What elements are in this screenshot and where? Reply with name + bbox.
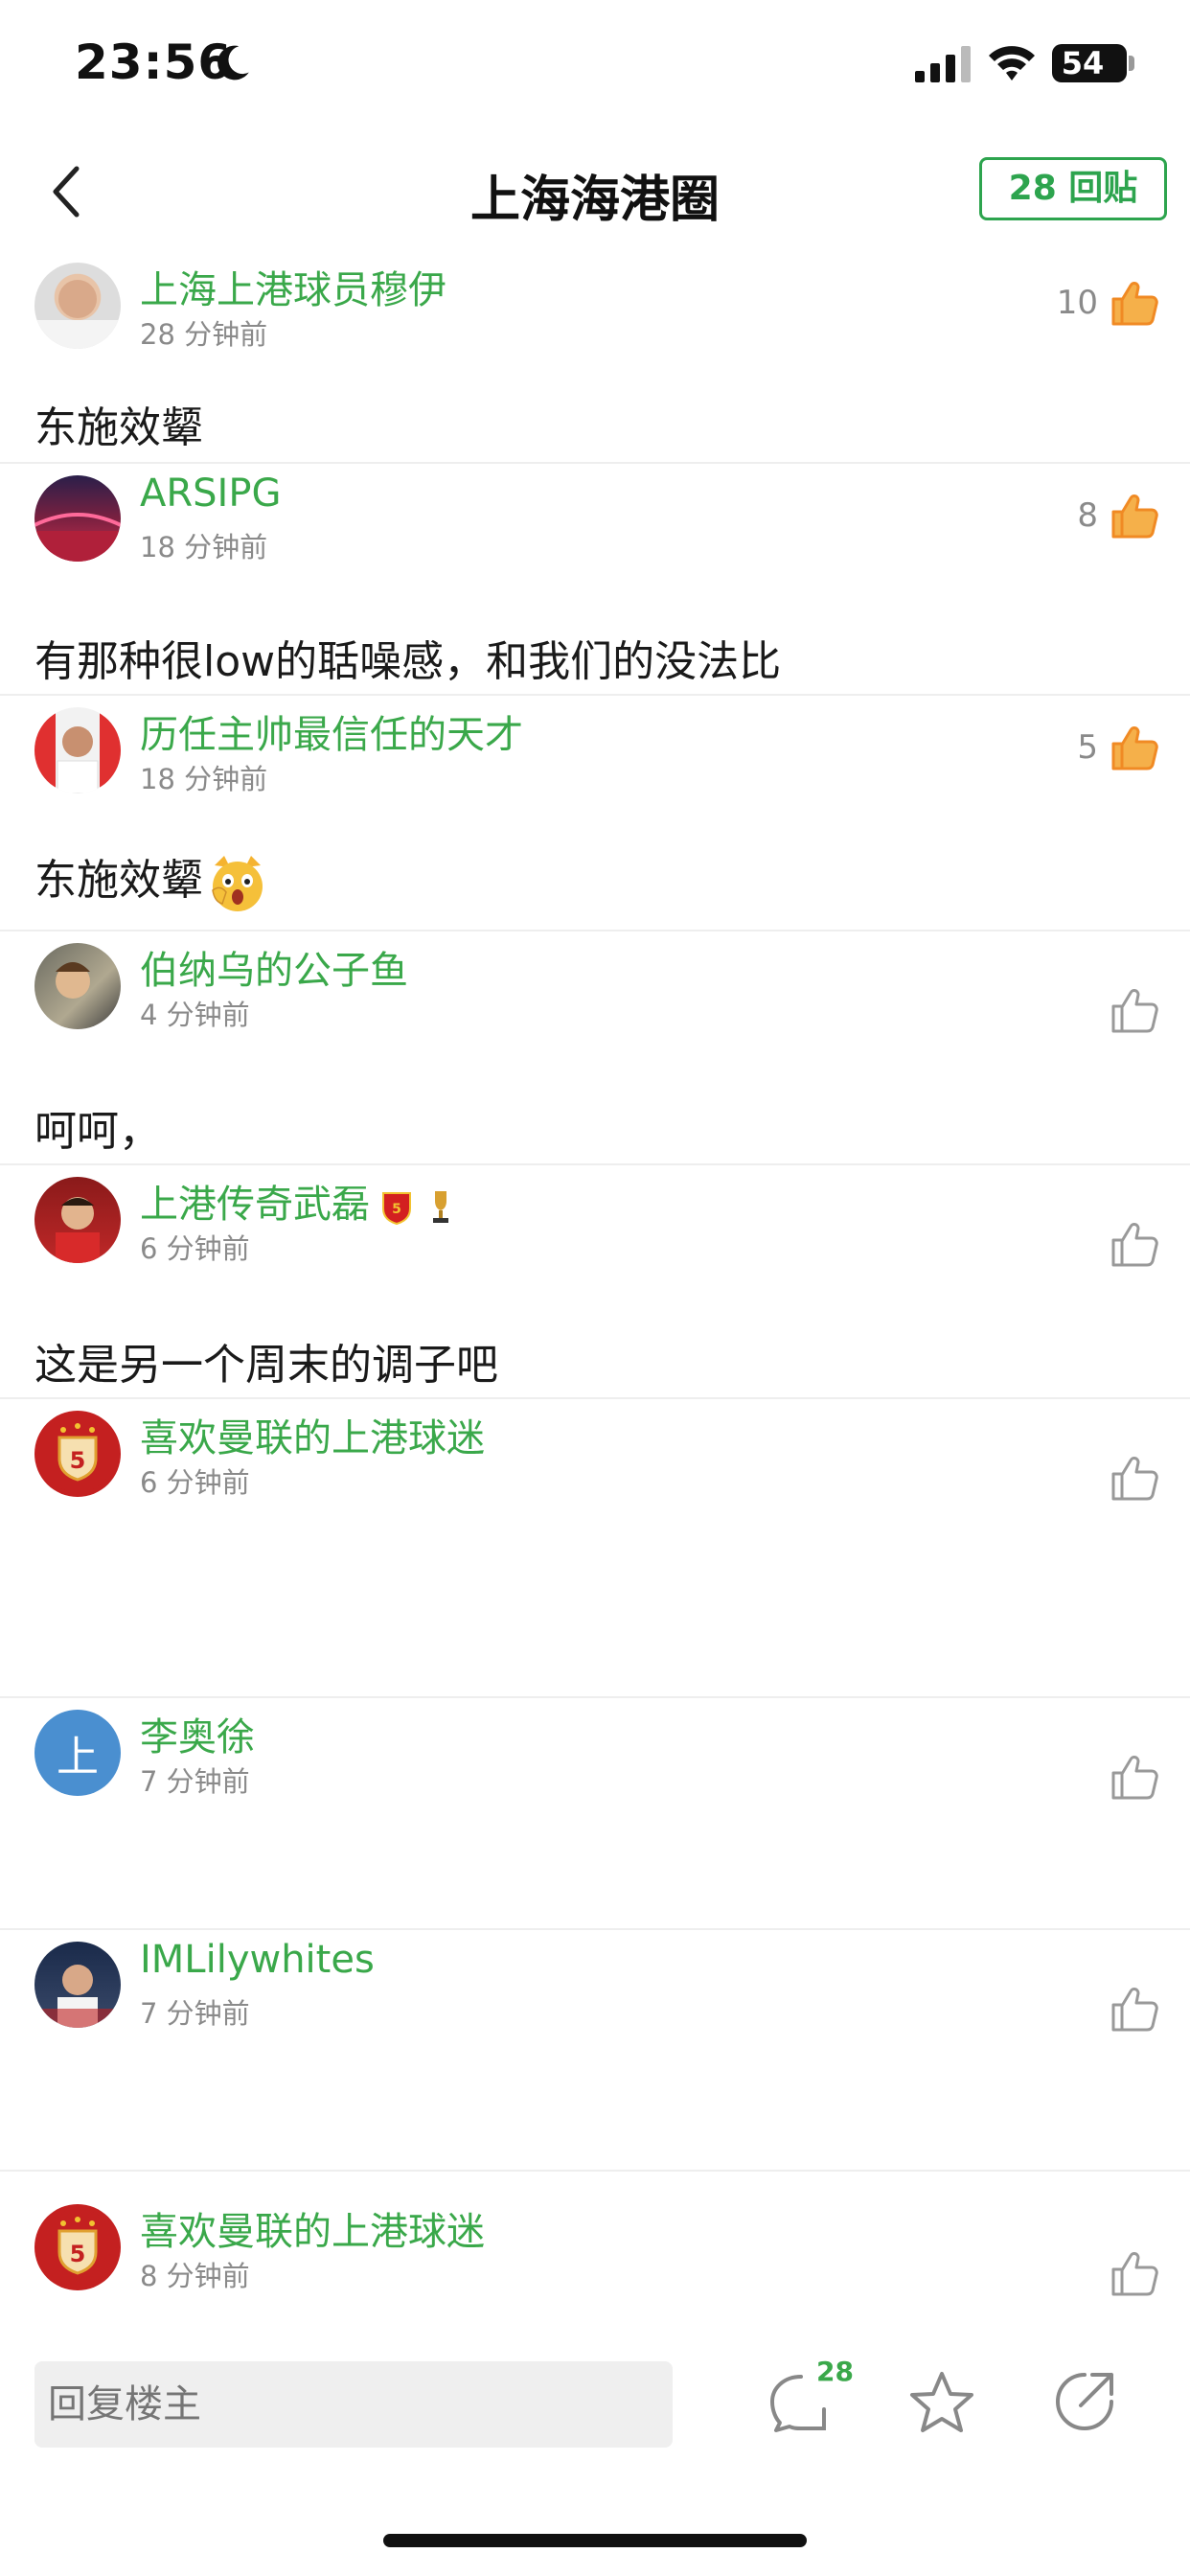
wifi-icon — [989, 46, 1035, 80]
post-item: 5 喜欢曼联的上港球迷 8 分钟前 — [0, 2172, 1190, 2344]
avatar-letter: 上 — [57, 1733, 99, 1782]
thumbs-up-icon[interactable] — [1110, 1219, 1159, 1269]
post-item: 上海上港球员穆伊 28 分钟前 10 东施效颦 — [0, 251, 1190, 464]
like-count: 10 — [1056, 284, 1098, 322]
trophy-icon — [433, 1191, 448, 1223]
post-time: 7 分钟前 — [140, 1997, 250, 2030]
signal-icon — [915, 46, 971, 82]
avatar[interactable] — [34, 1177, 121, 1263]
username[interactable]: 李奥徐 — [140, 1706, 255, 1761]
svg-text:5: 5 — [70, 1447, 86, 1474]
post-content: 有那种很low的聒噪感，和我们的没法比 — [34, 637, 782, 686]
thumbs-up-icon[interactable] — [1110, 1752, 1159, 1802]
moon-icon — [217, 45, 249, 80]
thumbs-up-icon[interactable] — [1110, 278, 1159, 328]
club-crest-icon: 5 — [382, 1192, 411, 1226]
post-time: 8 分钟前 — [140, 2260, 250, 2292]
thumbs-up-icon[interactable] — [1110, 723, 1159, 772]
post-item: 历任主帅最信任的天才 18 分钟前 5 东施效颦 — [0, 696, 1190, 932]
post-item: ARSIPG 18 分钟前 8 有那种很low的聒噪感，和我们的没法比 — [0, 464, 1190, 696]
username[interactable]: 上海上港球员穆伊 — [140, 259, 446, 314]
avatar[interactable] — [34, 263, 121, 349]
post-content: 呵呵， — [34, 1107, 161, 1156]
post-time: 18 分钟前 — [140, 763, 268, 795]
battery-level: 54 — [1061, 45, 1105, 81]
thumbs-up-icon[interactable] — [1110, 491, 1159, 540]
username[interactable]: ARSIPG — [140, 472, 281, 516]
username[interactable]: 上港传奇武磊 5 — [140, 1173, 458, 1229]
svg-text:5: 5 — [392, 1202, 401, 1217]
post-time: 4 分钟前 — [140, 999, 250, 1031]
avatar[interactable]: 上 — [34, 1710, 121, 1796]
bottom-action-bar: 28 — [0, 2346, 1190, 2490]
shocked-cat-emoji-icon — [212, 856, 263, 911]
post-time: 6 分钟前 — [140, 1466, 250, 1499]
nav-header: 上海海港圈 28 回贴 — [0, 134, 1190, 249]
comment-count-badge: 28 — [816, 2356, 854, 2387]
post-time: 18 分钟前 — [140, 531, 268, 564]
thumbs-up-icon[interactable] — [1110, 1453, 1159, 1503]
post-content: 东施效颦 — [34, 845, 268, 913]
post-item: 上港传奇武磊 5 6 分钟前 这是另一个周末的调子吧 — [0, 1165, 1190, 1399]
avatar[interactable] — [34, 943, 121, 1029]
avatar[interactable]: 5 — [34, 2204, 121, 2290]
reply-count-button[interactable]: 28 回贴 — [979, 157, 1167, 220]
thumbs-up-icon[interactable] — [1110, 1984, 1159, 2034]
post-item: 上 李奥徐 7 分钟前 — [0, 1698, 1190, 1930]
share-icon[interactable] — [1052, 2369, 1117, 2434]
post-time: 28 分钟前 — [140, 318, 268, 351]
username[interactable]: 喜欢曼联的上港球迷 — [140, 2200, 485, 2256]
username[interactable]: 历任主帅最信任的天才 — [140, 703, 523, 759]
battery-tip — [1129, 56, 1134, 71]
avatar[interactable] — [34, 707, 121, 794]
like-count: 8 — [1077, 496, 1098, 535]
avatar[interactable]: 5 — [34, 1411, 121, 1497]
status-bar: 23:56 54 — [0, 0, 1190, 134]
post-content: 这是另一个周末的调子吧 — [34, 1341, 498, 1390]
post-content-text: 东施效颦 — [34, 856, 203, 905]
post-item: IMLilywhites 7 分钟前 — [0, 1930, 1190, 2172]
avatar[interactable] — [34, 1942, 121, 2028]
home-indicator[interactable] — [383, 2534, 807, 2547]
like-count: 5 — [1077, 728, 1098, 767]
username[interactable]: 伯纳乌的公子鱼 — [140, 939, 408, 995]
thumbs-up-icon[interactable] — [1110, 2248, 1159, 2298]
reply-input[interactable] — [34, 2361, 673, 2448]
star-icon[interactable] — [908, 2369, 975, 2436]
avatar[interactable] — [34, 475, 121, 562]
status-time: 23:56 — [75, 34, 233, 90]
post-time: 7 分钟前 — [140, 1765, 250, 1798]
thumbs-up-icon[interactable] — [1110, 985, 1159, 1035]
username[interactable]: 喜欢曼联的上港球迷 — [140, 1407, 485, 1462]
post-item: 伯纳乌的公子鱼 4 分钟前 呵呵， — [0, 932, 1190, 1165]
username[interactable]: IMLilywhites — [140, 1938, 375, 1982]
post-item: 5 喜欢曼联的上港球迷 6 分钟前 — [0, 1399, 1190, 1698]
post-time: 6 分钟前 — [140, 1232, 250, 1265]
username-text: 上港传奇武磊 — [140, 1183, 370, 1227]
svg-text:5: 5 — [70, 2241, 86, 2267]
post-content: 东施效颦 — [34, 403, 203, 452]
